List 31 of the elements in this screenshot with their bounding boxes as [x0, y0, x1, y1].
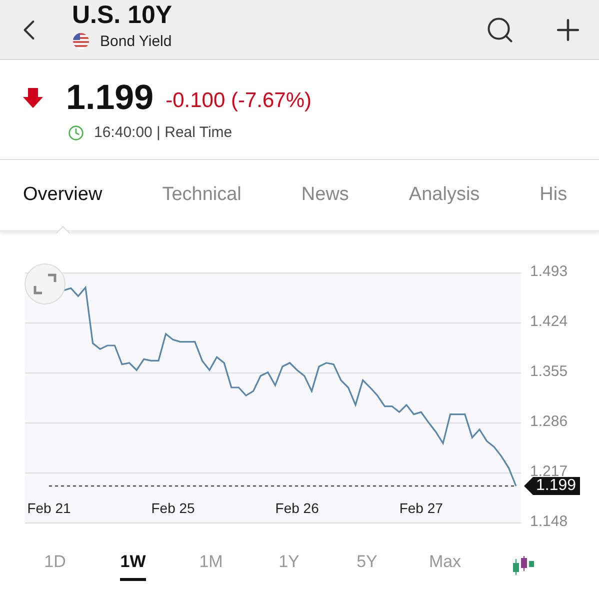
- tab[interactable]: Overview: [23, 184, 102, 206]
- range-tab[interactable]: 1D: [16, 544, 94, 587]
- price-tag: 1.199: [524, 477, 580, 496]
- range-tab[interactable]: 1Y: [250, 544, 328, 587]
- range-tab[interactable]: 5Y: [328, 544, 406, 587]
- tab[interactable]: His: [540, 184, 568, 206]
- range-tab[interactable]: Max: [406, 544, 484, 587]
- flag-icon: [72, 32, 90, 50]
- axis-label: 1.355: [530, 363, 568, 380]
- subtitle: Bond Yield: [100, 32, 172, 50]
- range-tab[interactable]: 1W: [94, 544, 172, 587]
- axis-label: Feb 21: [27, 500, 71, 516]
- axis-label: 1.424: [530, 313, 568, 330]
- price-change: -0.100 (-7.67%): [166, 89, 312, 113]
- timestamp: 16:40:00 | Real Time: [94, 124, 232, 141]
- clock-icon: [68, 124, 84, 140]
- axis-label: 1.148: [530, 513, 568, 530]
- axis-label: 1.493: [530, 263, 568, 280]
- axis-label: Feb 27: [399, 500, 443, 516]
- price: 1.199: [66, 78, 154, 118]
- tab[interactable]: Analysis: [408, 184, 480, 206]
- axis-label: Feb 26: [275, 500, 319, 516]
- expand-icon[interactable]: [24, 264, 66, 304]
- axis-label: 1.286: [530, 413, 568, 430]
- tab[interactable]: Technical: [162, 184, 242, 206]
- range-tab[interactable]: 1M: [172, 544, 250, 587]
- axis-label: Feb 25: [151, 500, 195, 516]
- page-title: U.S. 10Y: [72, 1, 174, 30]
- tab[interactable]: News: [301, 184, 349, 206]
- candlestick-icon[interactable]: [511, 554, 535, 576]
- axis-label: 1.217: [530, 463, 568, 480]
